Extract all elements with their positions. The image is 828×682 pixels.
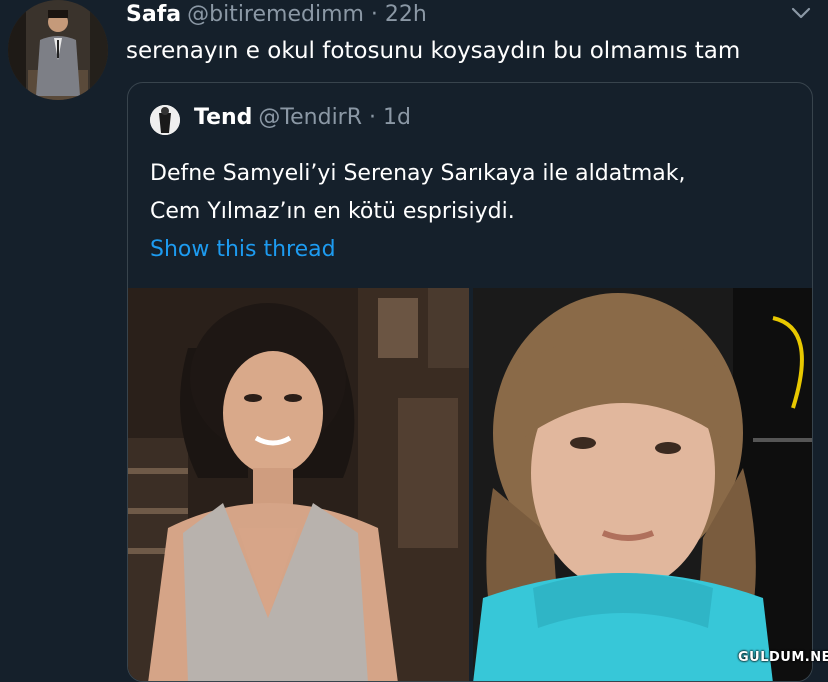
author-avatar-image xyxy=(8,0,108,100)
chevron-down-icon[interactable] xyxy=(790,6,812,20)
quoted-avatar-image xyxy=(150,105,180,135)
quoted-text-line: Cem Yılmaz’ın en kötü esprisiydi. xyxy=(150,199,515,224)
watermark-text: GULDUM.NET xyxy=(738,650,828,665)
author-handle-time[interactable]: @bitiremedimm · 22h xyxy=(187,2,427,27)
quoted-author-name[interactable]: Tend xyxy=(194,105,252,130)
photo-girl-turtleneck xyxy=(473,288,812,681)
quoted-tweet-card[interactable]: Tend @TendirR · 1d Defne Samyeli’yi Sere… xyxy=(127,82,813,682)
quoted-text-line: Defne Samyeli’yi Serenay Sarıkaya ile al… xyxy=(150,161,686,186)
quoted-author-avatar[interactable] xyxy=(150,105,180,135)
tweet-text: serenayın e okul fotosunu koysaydın bu o… xyxy=(126,38,741,64)
photo-woman-sequin-dress xyxy=(128,288,469,681)
author-name[interactable]: Safa xyxy=(126,2,181,27)
show-thread-link[interactable]: Show this thread xyxy=(150,237,336,262)
media-photo-left[interactable] xyxy=(128,288,469,681)
quoted-media-grid xyxy=(128,288,812,681)
media-photo-right[interactable] xyxy=(473,288,812,681)
quoted-tweet-text: Defne Samyeli’yi Serenay Sarıkaya ile al… xyxy=(150,155,790,231)
quoted-author-handle-time[interactable]: @TendirR · 1d xyxy=(258,105,411,130)
author-avatar[interactable] xyxy=(8,0,108,100)
tweet-header: Safa @bitiremedimm · 22h xyxy=(126,2,427,32)
quoted-tweet-header: Tend @TendirR · 1d xyxy=(194,105,411,130)
